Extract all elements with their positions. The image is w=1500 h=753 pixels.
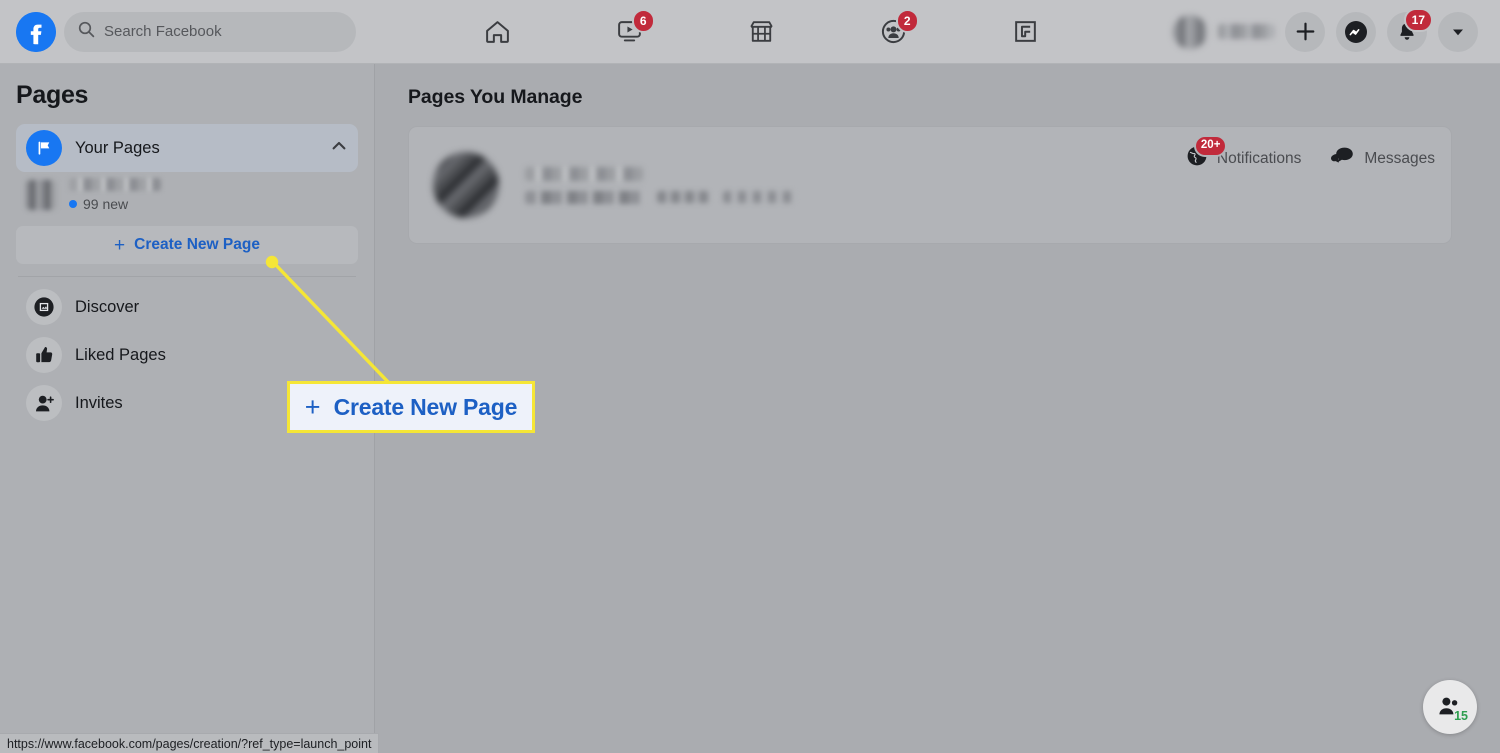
- main-content: Pages You Manage Notifications 20+ Messa…: [376, 64, 1500, 753]
- sidebar-item-label: Discover: [75, 297, 140, 316]
- person-add-icon: [26, 385, 62, 421]
- create-menu-button[interactable]: [1285, 11, 1325, 52]
- page-messages-label: Messages: [1364, 149, 1435, 167]
- search-icon: [78, 21, 95, 43]
- nav-watch-icon[interactable]: 6: [607, 8, 655, 55]
- sidebar-item-your-pages[interactable]: Your Pages: [16, 124, 358, 172]
- page-info-redacted: [525, 166, 1186, 204]
- page-notifications-badge: 20+: [1193, 135, 1228, 157]
- nav-groups-icon[interactable]: 2: [871, 8, 919, 55]
- facebook-pages-screen: Search Facebook 6 2 17 Pages Your Pages …: [0, 0, 1500, 753]
- unread-dot-icon: [69, 200, 77, 208]
- page-meta-line-redacted: [657, 191, 709, 203]
- sidebar-item-label: Your Pages: [75, 138, 160, 157]
- plus-icon: +: [114, 234, 126, 256]
- messenger-button[interactable]: [1336, 11, 1376, 52]
- annotation-callout-label: Create New Page: [333, 393, 518, 420]
- contacts-online-count: 15: [1454, 709, 1468, 723]
- page-name-redacted: [525, 166, 643, 181]
- managed-page-card[interactable]: Notifications 20+ Messages: [408, 126, 1452, 244]
- create-new-page-label: Create New Page: [134, 236, 260, 253]
- chat-bubbles-icon: [1331, 145, 1355, 172]
- nav-marketplace-icon[interactable]: [739, 9, 785, 55]
- flag-icon: [26, 130, 62, 166]
- sidebar-item-label: Liked Pages: [75, 345, 166, 364]
- avatar[interactable]: [1173, 14, 1207, 49]
- facebook-logo-icon[interactable]: [16, 11, 56, 52]
- status-bar-url: https://www.facebook.com/pages/creation/…: [7, 736, 372, 751]
- page-thumbnail-redacted: [26, 180, 56, 210]
- nav-gaming-icon[interactable]: [1003, 9, 1049, 55]
- page-notifications-button[interactable]: Notifications 20+: [1186, 135, 1302, 172]
- search-input[interactable]: Search Facebook: [64, 11, 356, 52]
- page-new-count: 99 new: [69, 196, 161, 212]
- page-notifications-label: Notifications: [1216, 149, 1302, 167]
- list-item-managed-page[interactable]: 99 new: [16, 172, 358, 218]
- header-left-section: Search Facebook: [0, 11, 380, 52]
- main-heading: Pages You Manage: [408, 86, 583, 108]
- page-new-count-label: 99 new: [83, 196, 129, 212]
- chevron-up-icon[interactable]: [330, 137, 348, 160]
- page-meta-redacted: [525, 190, 1186, 204]
- notifications-button[interactable]: 17: [1387, 7, 1433, 52]
- watch-badge: 6: [631, 8, 655, 33]
- contacts-widget-button[interactable]: 15: [1423, 680, 1477, 734]
- profile-name-redacted[interactable]: [1218, 24, 1274, 39]
- nav-home-icon[interactable]: [475, 9, 521, 55]
- page-meta-line-redacted: [723, 191, 795, 203]
- groups-badge: 2: [895, 8, 919, 33]
- header-account-section: 17: [1173, 7, 1500, 52]
- account-menu-button[interactable]: [1438, 11, 1478, 52]
- card-actions: Notifications 20+ Messages: [1186, 135, 1435, 172]
- sidebar-item-liked-pages[interactable]: Liked Pages: [16, 331, 358, 379]
- page-entry-text: 99 new: [69, 178, 161, 212]
- discover-icon: [26, 289, 62, 325]
- header-nav-icons: 6 2: [350, 8, 1173, 55]
- page-messages-button[interactable]: Messages: [1331, 145, 1435, 172]
- notifications-badge: 17: [1403, 7, 1433, 32]
- plus-icon: +: [304, 391, 321, 422]
- thumbs-up-icon: [26, 337, 62, 373]
- sidebar-divider: [18, 276, 356, 277]
- top-navigation-bar: Search Facebook 6 2 17: [0, 0, 1500, 64]
- page-title: Pages: [16, 81, 89, 109]
- page-meta-line-redacted: [525, 190, 643, 204]
- search-placeholder: Search Facebook: [104, 23, 222, 40]
- browser-status-bar: https://www.facebook.com/pages/creation/…: [0, 733, 380, 753]
- create-new-page-button[interactable]: + Create New Page: [16, 226, 358, 264]
- page-avatar-redacted: [433, 152, 499, 218]
- annotation-callout: + Create New Page: [287, 381, 535, 433]
- page-name-redacted: [69, 178, 161, 191]
- sidebar-item-discover[interactable]: Discover: [16, 283, 358, 331]
